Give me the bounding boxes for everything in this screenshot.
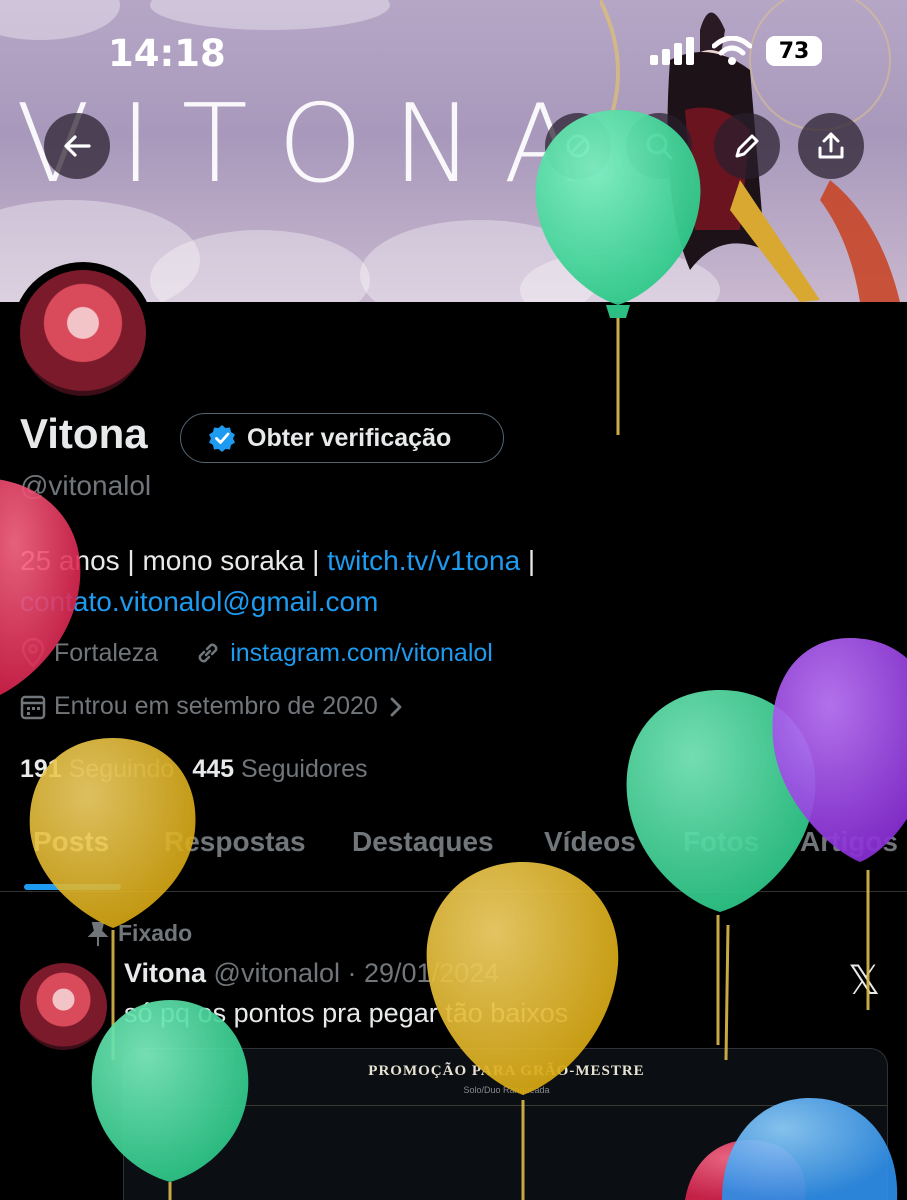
get-verified-label: Obter verificação — [247, 423, 452, 452]
profile-tabs: Posts Respostas Destaques Vídeos Fotos A… — [0, 826, 907, 892]
profile-meta-location-row: Fortaleza instagram.com/vitonalol — [20, 638, 493, 668]
bio-separator: | — [520, 545, 536, 576]
profile-joined-date: Entrou em setembro de 2020 — [54, 692, 378, 720]
avatar-image — [20, 270, 146, 396]
tab-replies[interactable]: Respostas — [164, 826, 306, 858]
tab-photos[interactable]: Fotos — [683, 826, 759, 858]
search-icon — [646, 133, 673, 160]
fire-icon — [566, 134, 590, 158]
link-icon — [198, 643, 218, 663]
battery-indicator: 73 — [766, 36, 822, 66]
media-title: PROMOÇÃO PARA GRÃO-MESTRE — [368, 1063, 645, 1079]
search-button[interactable] — [626, 113, 692, 179]
media-divider — [124, 1105, 887, 1106]
cellular-signal-icon — [650, 37, 694, 65]
x-logo-icon: 𝕏 — [848, 958, 881, 1004]
grok-button[interactable] — [545, 113, 611, 179]
profile-bio: 25 anos | mono soraka | twitch.tv/v1tona… — [20, 540, 880, 622]
tab-articles[interactable]: Artigos — [800, 826, 898, 858]
verified-badge-icon — [209, 425, 235, 452]
status-icons: 73 — [650, 36, 822, 66]
profile-avatar[interactable] — [12, 262, 154, 404]
share-icon — [818, 132, 844, 159]
edit-icon — [735, 134, 759, 158]
post-author-name[interactable]: Vitona — [124, 958, 206, 988]
bio-email-link[interactable]: contato.vitonalol@gmail.com — [20, 586, 378, 617]
calendar-icon — [20, 695, 46, 719]
get-verified-button[interactable]: Obter verificação — [180, 413, 504, 463]
bio-text: 25 anos | mono soraka | — [20, 545, 328, 576]
followers-count: 445 — [192, 755, 235, 783]
edit-profile-button[interactable] — [714, 113, 780, 179]
profile-display-name: Vitona — [20, 410, 148, 457]
profile-joined-row: Entrou em setembro de 2020 — [20, 692, 406, 721]
following-label: Seguindo — [68, 755, 175, 783]
post-header: Vitona @vitonalol · 29/01/2024 — [124, 958, 499, 989]
tab-videos[interactable]: Vídeos — [544, 826, 636, 858]
post-meta: @vitonalol · 29/01/2024 — [213, 958, 500, 988]
back-arrow-icon — [64, 135, 91, 157]
pin-icon — [87, 921, 109, 946]
tab-posts[interactable]: Posts — [33, 826, 109, 858]
profile-stats: 191 Seguindo 445 Seguidores — [20, 755, 367, 784]
share-button[interactable] — [798, 113, 864, 179]
post-media[interactable]: PROMOÇÃO PARA GRÃO-MESTRE Solo/Duo Ranqu… — [123, 1048, 888, 1200]
active-tab-indicator — [24, 884, 121, 890]
back-button[interactable] — [44, 113, 110, 179]
wifi-icon — [712, 36, 752, 65]
post-author-avatar[interactable] — [20, 963, 107, 1050]
balloon-purple — [772, 638, 907, 1010]
tab-highlights[interactable]: Destaques — [352, 826, 494, 858]
profile-website-link[interactable]: instagram.com/vitonalol — [230, 639, 493, 668]
followers-label: Seguidores — [241, 755, 368, 783]
pinned-label: Fixado — [86, 920, 192, 947]
location-icon — [21, 638, 45, 668]
profile-location: Fortaleza — [54, 638, 159, 667]
status-time: 14:18 — [108, 32, 226, 75]
media-subtitle: Solo/Duo Ranqueada — [463, 1085, 550, 1095]
following-stat[interactable]: 191 Seguindo — [20, 755, 174, 784]
following-count: 191 — [20, 755, 62, 783]
pinned-text: Fixado — [118, 920, 193, 946]
profile-handle: @vitonalol — [20, 470, 152, 501]
chevron-right-icon[interactable] — [386, 695, 406, 719]
followers-stat[interactable]: 445 Seguidores — [192, 755, 367, 784]
post-text: só pq os pontos pra pegar tão baixos — [124, 998, 569, 1028]
bio-twitch-link[interactable]: twitch.tv/v1tona — [327, 545, 520, 576]
